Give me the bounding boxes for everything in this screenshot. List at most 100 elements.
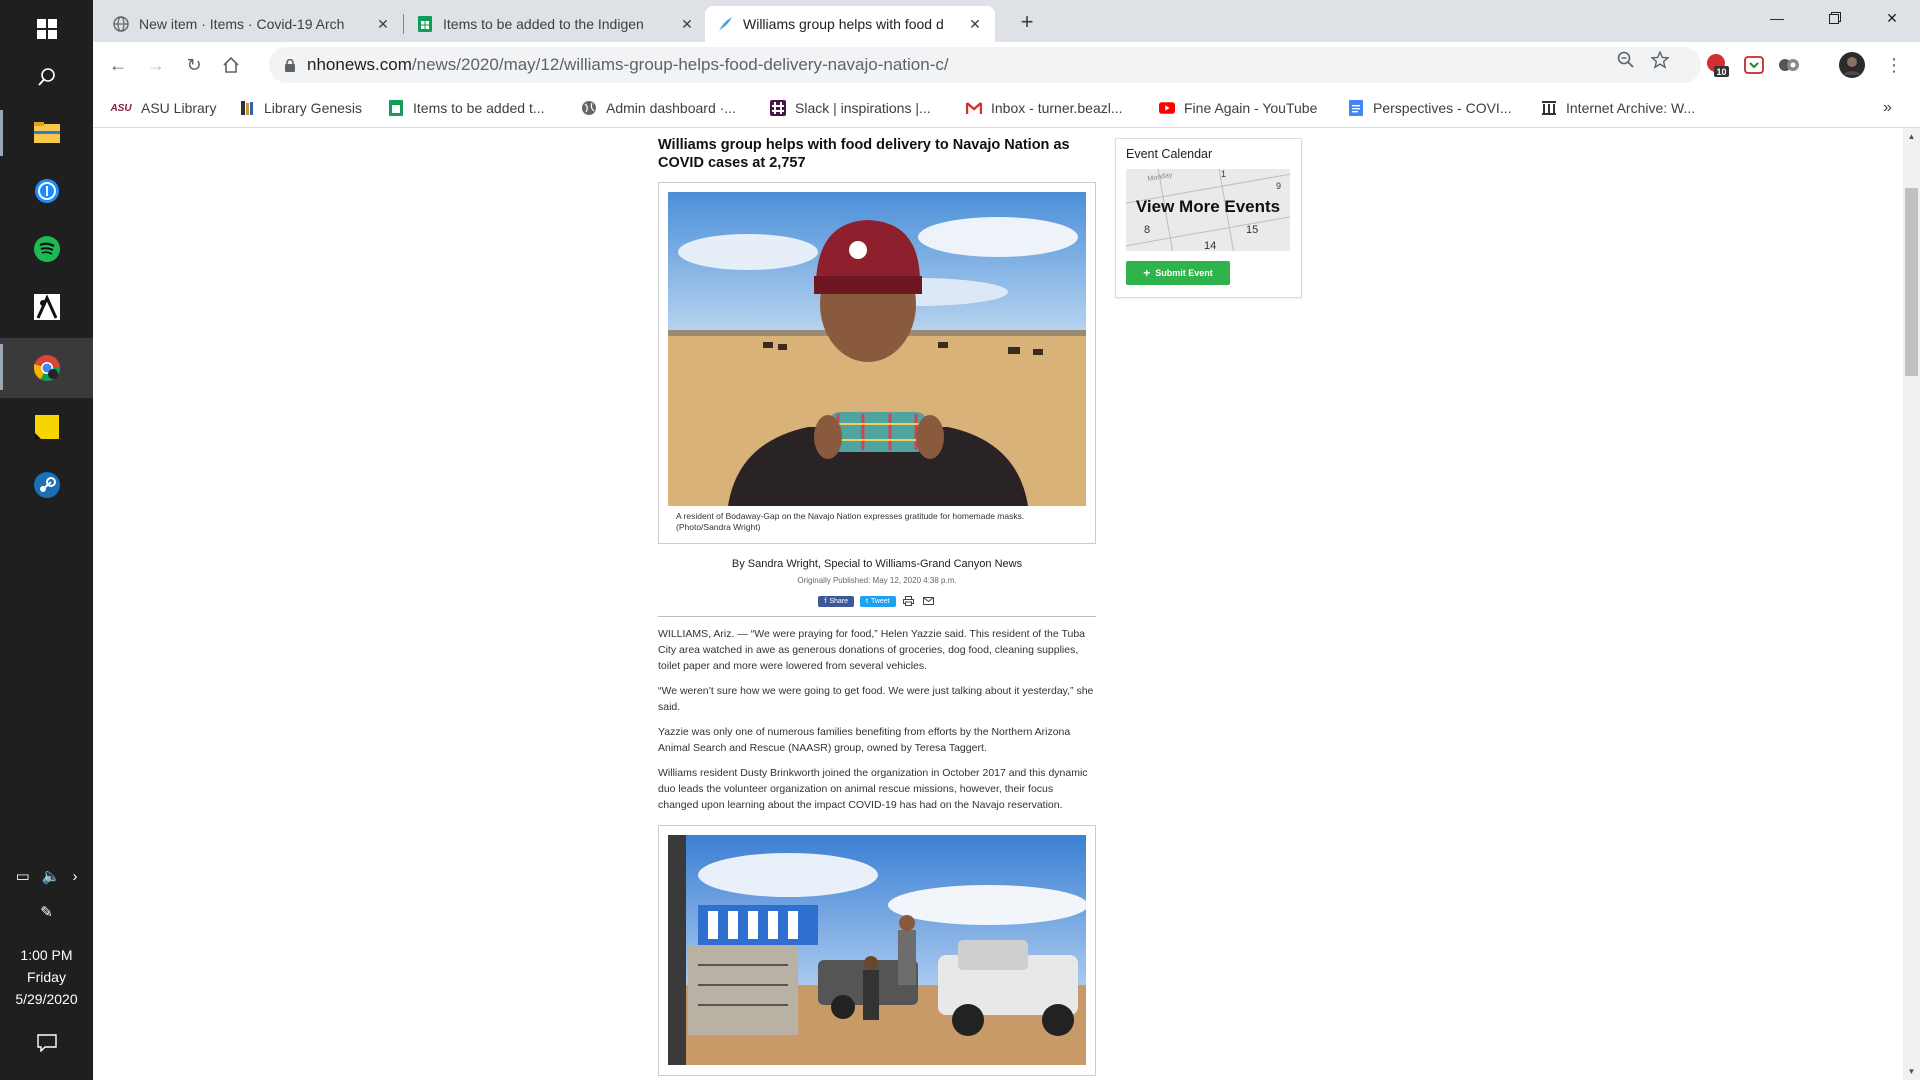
steam-button[interactable] (0, 456, 93, 514)
bookmark-star-icon[interactable] (1650, 50, 1670, 70)
minimize-button[interactable]: — (1754, 0, 1800, 36)
zoom-icon[interactable] (1616, 50, 1636, 70)
email-button[interactable] (922, 595, 936, 607)
view-more-events-link[interactable]: Monday 1 9 8 14 15 View More Events (1126, 169, 1290, 251)
new-tab-button[interactable]: + (1013, 8, 1041, 36)
tab-close-icon[interactable]: ✕ (375, 16, 391, 33)
bookmark-internet-archive[interactable]: Internet Archive: W... (1541, 96, 1695, 120)
toolbar: ← → ↻ nhonews.com/news/2020/may/12/willi… (93, 42, 1920, 88)
facebook-share-button[interactable]: f Share (818, 595, 854, 607)
divider (658, 616, 1096, 617)
bookmark-label: Items to be added t... (413, 100, 545, 116)
tab-williams-article[interactable]: Williams group helps with food d ✕ (705, 6, 995, 42)
tab-covid-archive[interactable]: New item · Items · Covid-19 Arch ✕ (101, 6, 403, 42)
spotify-button[interactable] (0, 220, 93, 278)
clock[interactable]: 1:00 PM Friday 5/29/2020 (0, 944, 93, 1010)
bookmark-items-sheet[interactable]: Items to be added t... (388, 96, 545, 120)
print-button[interactable] (902, 595, 916, 607)
action-center-button[interactable] (0, 1028, 93, 1058)
windows-logo-icon (36, 19, 57, 39)
facebook-share-label: Share (829, 597, 848, 605)
submit-event-button[interactable]: + Submit Event (1126, 261, 1230, 285)
reader-icon (33, 294, 60, 320)
bookmark-library-genesis[interactable]: Library Genesis (239, 96, 362, 120)
calendar-word: 15 (1246, 224, 1258, 236)
event-calendar-title: Event Calendar (1126, 147, 1213, 161)
bookmarks-overflow-button[interactable]: » (1883, 96, 1892, 120)
bookmark-label: Internet Archive: W... (1566, 100, 1696, 116)
bookmark-youtube[interactable]: Fine Again - YouTube (1159, 96, 1317, 120)
pen-icon[interactable]: ✎ (40, 903, 53, 921)
tab-close-icon[interactable]: ✕ (679, 16, 695, 33)
photo-donation-trucks[interactable] (668, 835, 1086, 1065)
calendar-word: 9 (1276, 181, 1281, 191)
reader-app-button[interactable] (0, 278, 93, 336)
adblock-extension-icon[interactable]: 10 (1704, 52, 1730, 78)
sheets-icon (418, 16, 432, 32)
show-hidden-icons-chevron-icon[interactable]: › (72, 868, 77, 885)
extensions-puzzle-icon[interactable] (1776, 52, 1802, 78)
twitter-share-button[interactable]: t Tweet (860, 595, 896, 607)
chrome-icon (33, 355, 60, 382)
url-host: nhonews.com (307, 55, 412, 74)
sticky-notes-button[interactable] (0, 398, 93, 456)
bookmark-slack[interactable]: Slack | inspirations |... (770, 96, 931, 120)
tab-items-sheet[interactable]: Items to be added to the Indigen ✕ (405, 6, 707, 42)
page-scrollbar[interactable]: ▲ ▼ (1903, 128, 1920, 1080)
bookmark-gmail[interactable]: Inbox - turner.beazl... (966, 96, 1123, 120)
tab-title: New item · Items · Covid-19 Arch (139, 16, 345, 32)
tab-title: Items to be added to the Indigen (443, 16, 644, 32)
bookmark-label: Perspectives - COVI... (1373, 100, 1512, 116)
bookmark-perspectives-doc[interactable]: Perspectives - COVI... (1348, 96, 1511, 120)
onepassword-icon (34, 179, 59, 203)
browser-chrome: New item · Items · Covid-19 Arch ✕ Items… (93, 0, 1920, 128)
running-indicator (0, 344, 3, 390)
avatar-icon (1839, 52, 1865, 78)
scrollbar-thumb[interactable] (1905, 188, 1918, 376)
volume-icon[interactable]: 🔈 (42, 867, 61, 885)
facebook-icon: f (824, 597, 827, 605)
bookmark-asu-library[interactable]: ASU ASU Library (110, 96, 216, 120)
bookmark-admin-dashboard[interactable]: Admin dashboard ·... (581, 96, 736, 120)
lock-icon[interactable] (283, 58, 297, 72)
article: Williams group helps with food delivery … (658, 128, 1096, 1076)
gmail-icon (966, 102, 982, 114)
submit-event-label: Submit Event (1155, 268, 1213, 278)
file-explorer-button[interactable] (0, 104, 93, 162)
bookmarks-bar: ASU ASU Library Library Genesis Items to… (93, 88, 1920, 128)
photo-figure: A resident of Bodaway-Gap on the Navajo … (658, 182, 1096, 544)
profile-avatar[interactable] (1836, 49, 1868, 81)
clock-date: 5/29/2020 (15, 991, 78, 1007)
kebab-menu-icon: ⋮ (1885, 54, 1903, 75)
double-chevron-icon: » (1883, 99, 1892, 116)
home-button[interactable] (215, 49, 247, 81)
close-window-button[interactable]: ✕ (1869, 0, 1915, 36)
pocket-extension-icon[interactable] (1741, 52, 1767, 78)
url-path: /news/2020/may/12/williams-group-helps-f… (411, 55, 949, 74)
chrome-taskbar-button[interactable] (0, 338, 93, 398)
battery-icon[interactable]: ▭ (16, 867, 30, 885)
minimize-icon: — (1770, 10, 1784, 26)
tab-close-icon[interactable]: ✕ (967, 16, 983, 33)
globe-icon (113, 16, 129, 32)
address-bar[interactable]: nhonews.com/news/2020/may/12/williams-gr… (269, 47, 1701, 83)
scroll-up-arrow-icon[interactable]: ▲ (1903, 128, 1920, 145)
web-page: Williams group helps with food delivery … (93, 128, 1903, 1080)
byline: By Sandra Wright, Special to Williams-Gr… (731, 558, 1023, 570)
reload-button[interactable]: ↻ (178, 49, 210, 81)
forward-button[interactable]: → (140, 49, 172, 81)
chrome-menu-button[interactable]: ⋮ (1878, 49, 1910, 81)
calendar-word: 1 (1221, 169, 1226, 179)
folder-icon (33, 122, 60, 143)
password-manager-button[interactable] (0, 162, 93, 220)
bookmark-label: Inbox - turner.beazl... (991, 100, 1123, 116)
photo-masked-resident[interactable] (668, 192, 1086, 506)
restore-button[interactable] (1812, 0, 1858, 36)
tab-title: Williams group helps with food d (743, 16, 944, 32)
search-button[interactable] (0, 48, 93, 106)
twitter-icon: t (866, 597, 868, 605)
back-button[interactable]: ← (102, 49, 134, 81)
scroll-down-arrow-icon[interactable]: ▼ (1903, 1063, 1920, 1080)
system-tray: ▭ 🔈 › (0, 861, 93, 891)
view-more-events-label: View More Events (1135, 197, 1281, 216)
